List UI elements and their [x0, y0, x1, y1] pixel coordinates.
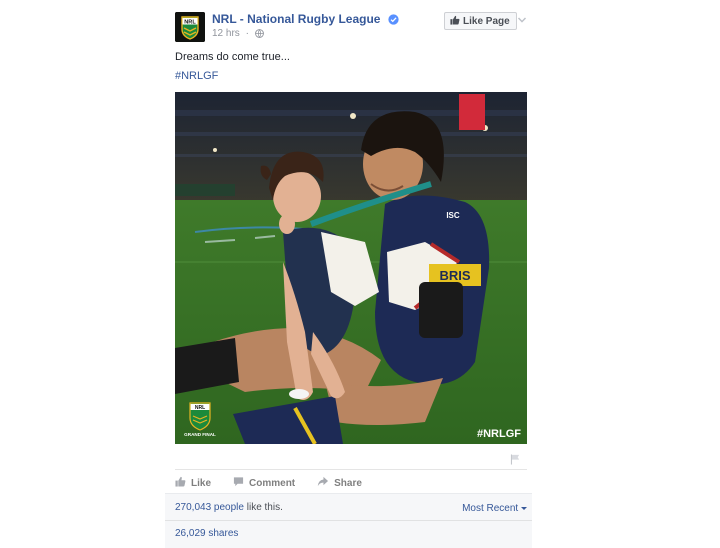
page-name: NRL - National Rugby League	[212, 12, 381, 26]
likes-suffix: like this.	[243, 502, 283, 513]
chevron-down-icon[interactable]	[517, 12, 527, 30]
stats-panel: 270,043 people like this. Most Recent 26…	[165, 493, 532, 548]
flag-icon[interactable]	[510, 452, 521, 470]
comment-label: Comment	[249, 477, 296, 489]
timestamp-row: 12 hrs ·	[212, 28, 264, 41]
svg-text:BRIS: BRIS	[439, 268, 470, 283]
photo-hashtag-overlay: #NRLGF	[477, 428, 521, 440]
caret-down-icon	[521, 507, 527, 510]
page-name-link[interactable]: NRL - National Rugby League	[212, 12, 399, 28]
comment-button[interactable]: Comment	[233, 475, 295, 491]
action-bar: Like Comment Share	[175, 475, 384, 491]
like-page-button[interactable]: Like Page	[444, 12, 517, 30]
shares-count-link[interactable]: 26,029 shares	[175, 528, 238, 539]
sort-label: Most Recent	[462, 503, 519, 514]
share-icon	[317, 476, 329, 490]
facebook-post: NRL NRL - National Rugby League 12 hrs ·	[165, 0, 532, 548]
divider	[175, 469, 527, 470]
svg-text:ISC: ISC	[446, 211, 460, 220]
like-page-label: Like Page	[463, 15, 510, 27]
verified-badge-icon	[388, 14, 399, 28]
likes-count-link[interactable]: 270,043 people	[175, 502, 244, 513]
grand-final-logo: NRL GRAND FINAL	[183, 402, 217, 440]
nrl-logo-icon: NRL	[175, 12, 205, 42]
likes-summary: 270,043 people like this.	[175, 502, 283, 513]
thumbs-up-icon	[175, 476, 186, 490]
like-label: Like	[191, 477, 212, 489]
page-avatar[interactable]: NRL	[175, 12, 205, 42]
sort-dropdown[interactable]: Most Recent	[462, 503, 527, 514]
share-button[interactable]: Share	[317, 475, 362, 491]
thumbs-up-icon	[450, 15, 460, 28]
globe-icon[interactable]	[254, 29, 264, 41]
photo-illustration: BRIS ISC	[175, 92, 527, 444]
comment-icon	[233, 476, 244, 490]
post-photo[interactable]: BRIS ISC NRL GRAND FINAL #NRLGF	[175, 92, 527, 444]
svg-text:NRL: NRL	[184, 19, 196, 25]
svg-text:GRAND FINAL: GRAND FINAL	[184, 432, 216, 437]
separator-dot: ·	[245, 28, 249, 39]
post-text: Dreams do come true...	[175, 51, 290, 63]
svg-text:NRL: NRL	[195, 405, 205, 411]
share-label: Share	[334, 477, 362, 489]
divider	[165, 520, 532, 521]
hashtag-link[interactable]: #NRLGF	[175, 70, 218, 82]
like-button[interactable]: Like	[175, 475, 211, 491]
timestamp[interactable]: 12 hrs	[212, 28, 240, 39]
